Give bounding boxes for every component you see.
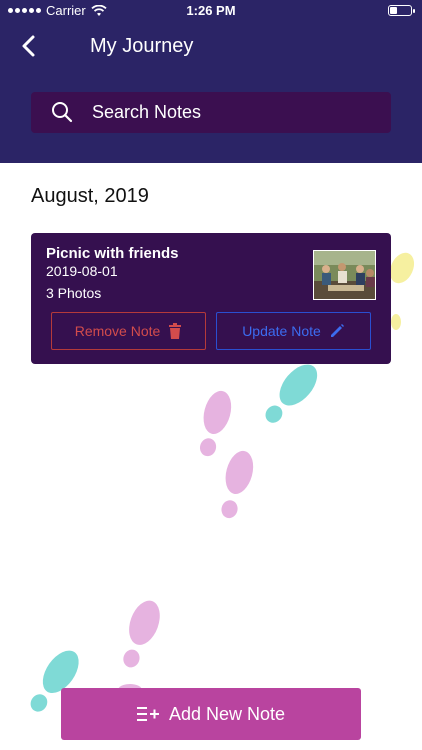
page-title: My Journey bbox=[90, 35, 194, 57]
update-note-button[interactable]: Update Note bbox=[216, 312, 371, 350]
footprint-pink-icon bbox=[221, 450, 254, 519]
note-thumbnail[interactable] bbox=[313, 250, 376, 300]
add-new-note-button[interactable]: Add New Note bbox=[61, 688, 361, 740]
list-add-icon bbox=[136, 707, 159, 721]
trash-icon bbox=[169, 323, 182, 339]
pencil-icon bbox=[330, 324, 344, 337]
footprint-pink-icon bbox=[199, 390, 232, 457]
status-time: 1:26 PM bbox=[186, 3, 236, 18]
status-bar: Carrier 1:26 PM bbox=[0, 0, 422, 22]
footprint-teal-icon bbox=[265, 364, 318, 423]
footprint-pink-icon bbox=[123, 600, 160, 668]
update-note-label: Update Note bbox=[242, 323, 321, 339]
remove-note-label: Remove Note bbox=[74, 323, 161, 339]
app-header: Carrier 1:26 PM My Journey Search Notes bbox=[0, 0, 422, 163]
section-date-heading: August, 2019 bbox=[31, 185, 149, 207]
note-card[interactable]: Picnic with friends 2019-08-01 3 Photos … bbox=[31, 233, 391, 364]
battery-icon bbox=[388, 5, 415, 16]
search-input[interactable]: Search Notes bbox=[31, 92, 391, 133]
note-date: 2019-08-01 bbox=[46, 263, 118, 279]
note-photo-count: 3 Photos bbox=[46, 285, 102, 301]
picnic-photo-image bbox=[314, 251, 375, 299]
back-button[interactable] bbox=[16, 32, 44, 60]
search-icon bbox=[52, 102, 73, 123]
search-placeholder: Search Notes bbox=[92, 102, 202, 122]
back-chevron-icon bbox=[22, 35, 35, 57]
note-title: Picnic with friends bbox=[46, 245, 179, 262]
add-new-note-label: Add New Note bbox=[168, 703, 286, 724]
remove-note-button[interactable]: Remove Note bbox=[51, 312, 206, 350]
